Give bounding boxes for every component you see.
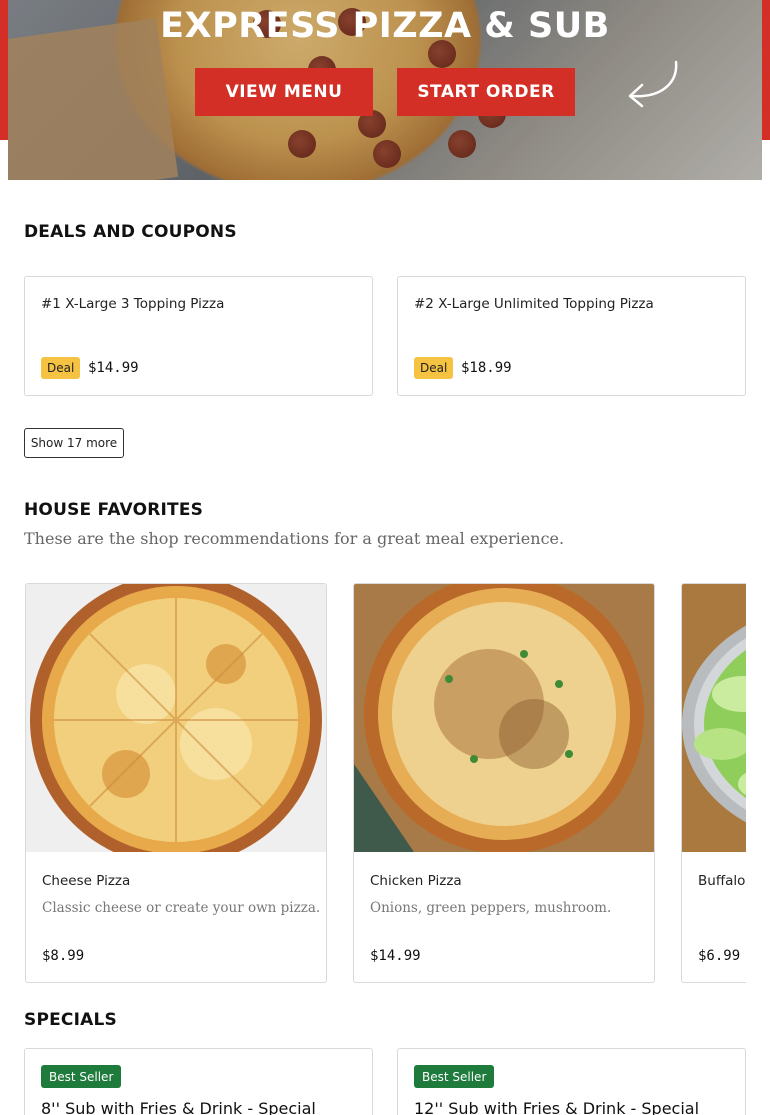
restaurant-title: EXPRESS PIZZA & SUB (160, 6, 610, 46)
hero-banner: EXPRESS PIZZA & SUB VIEW MENU START ORDE… (8, 0, 762, 180)
favorite-item-price: $14.99 (370, 948, 421, 964)
favorite-item-price: $8.99 (42, 948, 85, 964)
deal-title: #1 X-Large 3 Topping Pizza (41, 296, 225, 312)
special-item-title: 8'' Sub with Fries & Drink - Special (41, 1099, 316, 1115)
specials-heading: SPECIALS (24, 1010, 117, 1030)
best-seller-badge: Best Seller (41, 1065, 122, 1088)
best-seller-badge: Best Seller (414, 1065, 495, 1088)
favorite-item-name: Cheese Pizza (42, 873, 131, 889)
curved-arrow-icon (628, 60, 678, 108)
deal-badge: Deal (414, 357, 454, 379)
favorite-item-card[interactable]: Chicken Pizza Onions, green peppers, mus… (353, 583, 655, 983)
show-more-deals-button[interactable]: Show 17 more (24, 428, 124, 458)
favorite-item-description: Classic cheese or create your own pizza. (42, 900, 321, 916)
deal-title: #2 X-Large Unlimited Topping Pizza (414, 296, 654, 312)
buffalo-item-image (682, 584, 746, 852)
favorite-item-price: $6.99 (698, 948, 741, 964)
favorites-heading: HOUSE FAVORITES (24, 500, 204, 520)
deal-card[interactable]: #2 X-Large Unlimited Topping Pizza Deal … (397, 276, 746, 396)
special-item-card[interactable]: Best Seller 12'' Sub with Fries & Drink … (397, 1048, 746, 1115)
deals-heading: DEALS AND COUPONS (24, 222, 237, 242)
deal-price: $14.99 (88, 360, 139, 376)
favorites-carousel[interactable]: Cheese Pizza Classic cheese or create yo… (24, 583, 746, 983)
favorite-item-description: Onions, green peppers, mushroom. (370, 900, 612, 916)
special-item-card[interactable]: Best Seller 8'' Sub with Fries & Drink -… (24, 1048, 373, 1115)
deal-badge: Deal (41, 357, 81, 379)
favorite-item-name: Chicken Pizza (370, 873, 462, 889)
view-menu-button[interactable]: VIEW MENU (195, 68, 373, 116)
chicken-pizza-image (354, 584, 654, 852)
favorite-item-card[interactable]: Cheese Pizza Classic cheese or create yo… (25, 583, 327, 983)
favorite-item-card[interactable]: Buffalo $6.99 (681, 583, 746, 983)
start-order-button[interactable]: START ORDER (397, 68, 575, 116)
deal-card[interactable]: #1 X-Large 3 Topping Pizza Deal $14.99 (24, 276, 373, 396)
deal-price: $18.99 (461, 360, 512, 376)
cheese-pizza-image (26, 584, 326, 852)
favorite-item-name: Buffalo (698, 873, 746, 889)
favorites-subtitle: These are the shop recommendations for a… (24, 529, 565, 548)
special-item-title: 12'' Sub with Fries & Drink - Special (414, 1099, 700, 1115)
